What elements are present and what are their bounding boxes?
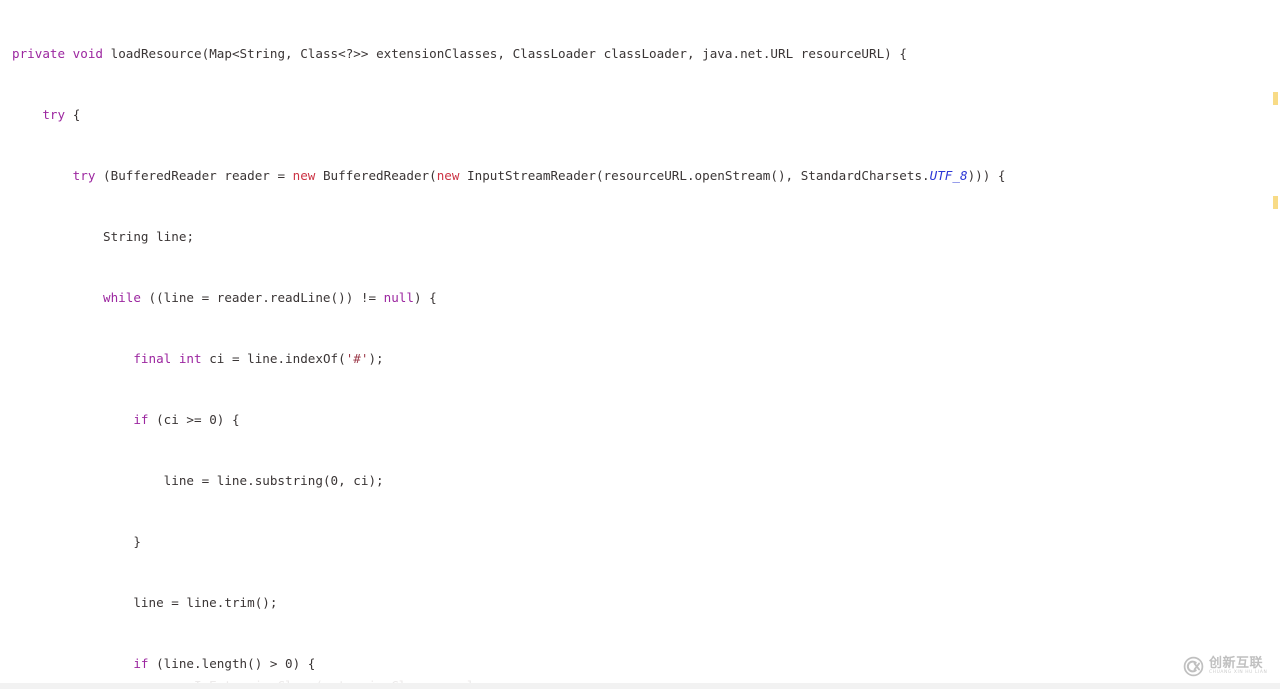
code-line[interactable]: try (BufferedReader reader = new Buffere… (0, 166, 1280, 186)
keyword-while: while (103, 289, 141, 305)
editor-bottom-strip (0, 683, 1280, 689)
keyword-int: int (178, 350, 202, 366)
code-line[interactable]: while ((line = reader.readLine()) != nul… (0, 288, 1280, 308)
keyword-if: if (133, 411, 149, 427)
keyword-new: new (292, 167, 316, 183)
code-line[interactable]: try { (0, 105, 1280, 125)
watermark-text: 创新互联 CHUANG XIN HU LIAN (1209, 657, 1267, 676)
code-line[interactable]: private void loadResource(Map<String, Cl… (0, 44, 1280, 64)
code-line[interactable]: line = line.trim(); (0, 593, 1280, 613)
keyword-void: void (72, 45, 104, 61)
char-literal-hash: '#' (345, 350, 369, 366)
warning-marker-2[interactable] (1273, 196, 1278, 209)
static-field-utf8: UTF_8 (929, 167, 968, 183)
keyword-try: try (72, 167, 96, 183)
keyword-final: final (133, 350, 172, 366)
method-name-loadresource: loadResource (110, 45, 202, 61)
literal-null: null (383, 289, 414, 305)
code-line[interactable]: line = line.substring(0, ci); (0, 471, 1280, 491)
code-content[interactable]: private void loadResource(Map<String, Cl… (0, 0, 1280, 689)
keyword-if: if (133, 656, 149, 671)
watermark-pinyin-text: CHUANG XIN HU LIAN (1209, 670, 1268, 676)
keyword-try: try (42, 106, 66, 122)
code-line[interactable]: String line; (0, 227, 1280, 247)
code-line[interactable]: if (ci >= 0) { (0, 410, 1280, 430)
watermark: 创新互联 CHUANG XIN HU LIAN (1183, 653, 1278, 679)
code-line[interactable]: if (line.length() > 0) { (0, 654, 1280, 674)
watermark-chinese-text: 创新互联 (1209, 655, 1264, 671)
code-line[interactable]: final int ci = line.indexOf('#'); (0, 349, 1280, 369)
code-editor-view[interactable]: private void loadResource(Map<String, Cl… (0, 0, 1280, 689)
warning-marker-1[interactable] (1273, 92, 1278, 105)
circle-cx-logo-icon (1183, 656, 1204, 676)
keyword-new: new (436, 167, 460, 183)
keyword-private: private (12, 45, 66, 61)
code-line[interactable]: } (0, 532, 1280, 552)
